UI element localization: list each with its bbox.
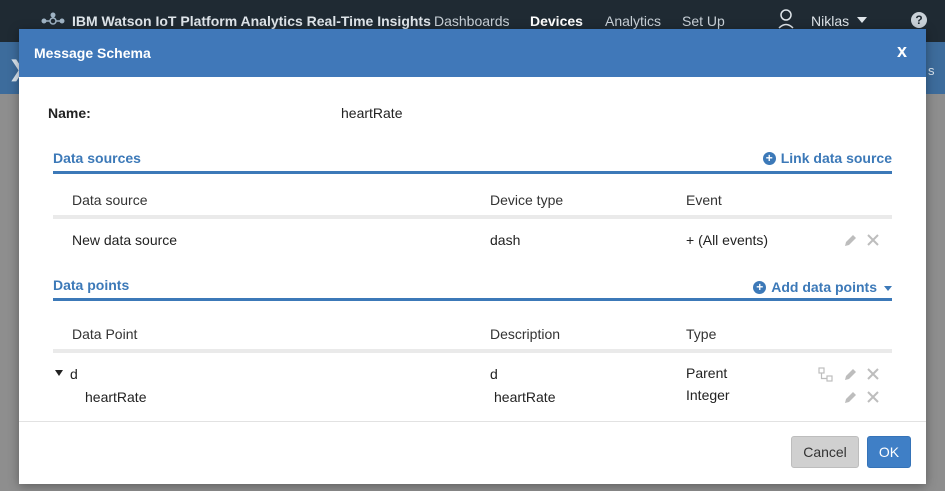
data-point-name: heartRate [85, 389, 147, 405]
nav-set-up[interactable]: Set Up [682, 13, 725, 29]
data-source-name: New data source [72, 232, 178, 248]
edit-data-source-pencil-icon[interactable] [843, 233, 858, 253]
edit-data-point-pencil-icon[interactable] [843, 367, 858, 387]
schema-name-label: Name: [48, 105, 91, 121]
data-point-description: heartRate [494, 389, 556, 405]
column-header-data-source: Data source [72, 192, 148, 208]
data-point-name: d [70, 366, 78, 382]
message-schema-dialog: Message Schema x Name: heartRate Data so… [19, 29, 926, 484]
link-data-source-label: Link data source [780, 150, 892, 166]
plus-circle-icon: + [753, 280, 767, 294]
header-divider [53, 215, 892, 219]
data-sources-title: Data sources [53, 150, 141, 166]
column-header-description: Description [490, 326, 561, 342]
app-brand-title[interactable]: IBM Watson IoT Platform Analytics Real-T… [72, 13, 431, 29]
column-header-type: Type [686, 326, 717, 342]
user-menu-chevron-down-icon[interactable] [857, 17, 867, 23]
data-source-device-type: dash [490, 232, 521, 248]
section-divider [53, 298, 892, 301]
nav-analytics[interactable]: Analytics [605, 13, 661, 29]
header-divider [53, 349, 892, 353]
section-divider [53, 171, 892, 174]
toolbar-partial-label: s [928, 63, 935, 78]
add-data-points-label: Add data points [771, 279, 877, 295]
help-icon[interactable]: ? [911, 12, 927, 28]
dialog-header: Message Schema x [19, 29, 926, 77]
close-icon[interactable]: x [897, 41, 907, 62]
remove-data-point-x-icon[interactable] [866, 390, 880, 409]
edit-data-point-pencil-icon[interactable] [843, 390, 858, 410]
footer-divider [19, 421, 926, 422]
data-point-type: Parent [686, 365, 728, 381]
plus-circle-icon: + [762, 151, 776, 165]
data-point-type: Integer [686, 387, 730, 403]
data-point-description: d [490, 366, 498, 382]
remove-data-source-x-icon[interactable] [866, 233, 880, 252]
add-child-hierarchy-icon[interactable] [818, 367, 834, 388]
chevron-down-icon [884, 285, 892, 291]
column-header-event: Event [686, 192, 722, 208]
nav-devices[interactable]: Devices [530, 13, 583, 29]
expand-triangle-icon[interactable] [55, 370, 63, 376]
nav-dashboards[interactable]: Dashboards [434, 13, 510, 29]
dialog-title: Message Schema [34, 45, 151, 61]
schema-name-value: heartRate [341, 105, 403, 121]
data-source-event: + (All events) [686, 232, 769, 248]
add-data-points-button[interactable]: + Add data points [753, 279, 892, 295]
cancel-button[interactable]: Cancel [791, 436, 859, 468]
ok-button[interactable]: OK [867, 436, 911, 468]
column-header-device-type: Device type [490, 192, 564, 208]
remove-data-point-x-icon[interactable] [866, 367, 880, 386]
link-data-source-button[interactable]: + Link data source [762, 150, 892, 166]
column-header-data-point: Data Point [72, 326, 138, 342]
user-menu-name[interactable]: Niklas [811, 13, 849, 29]
data-points-title: Data points [53, 277, 130, 293]
